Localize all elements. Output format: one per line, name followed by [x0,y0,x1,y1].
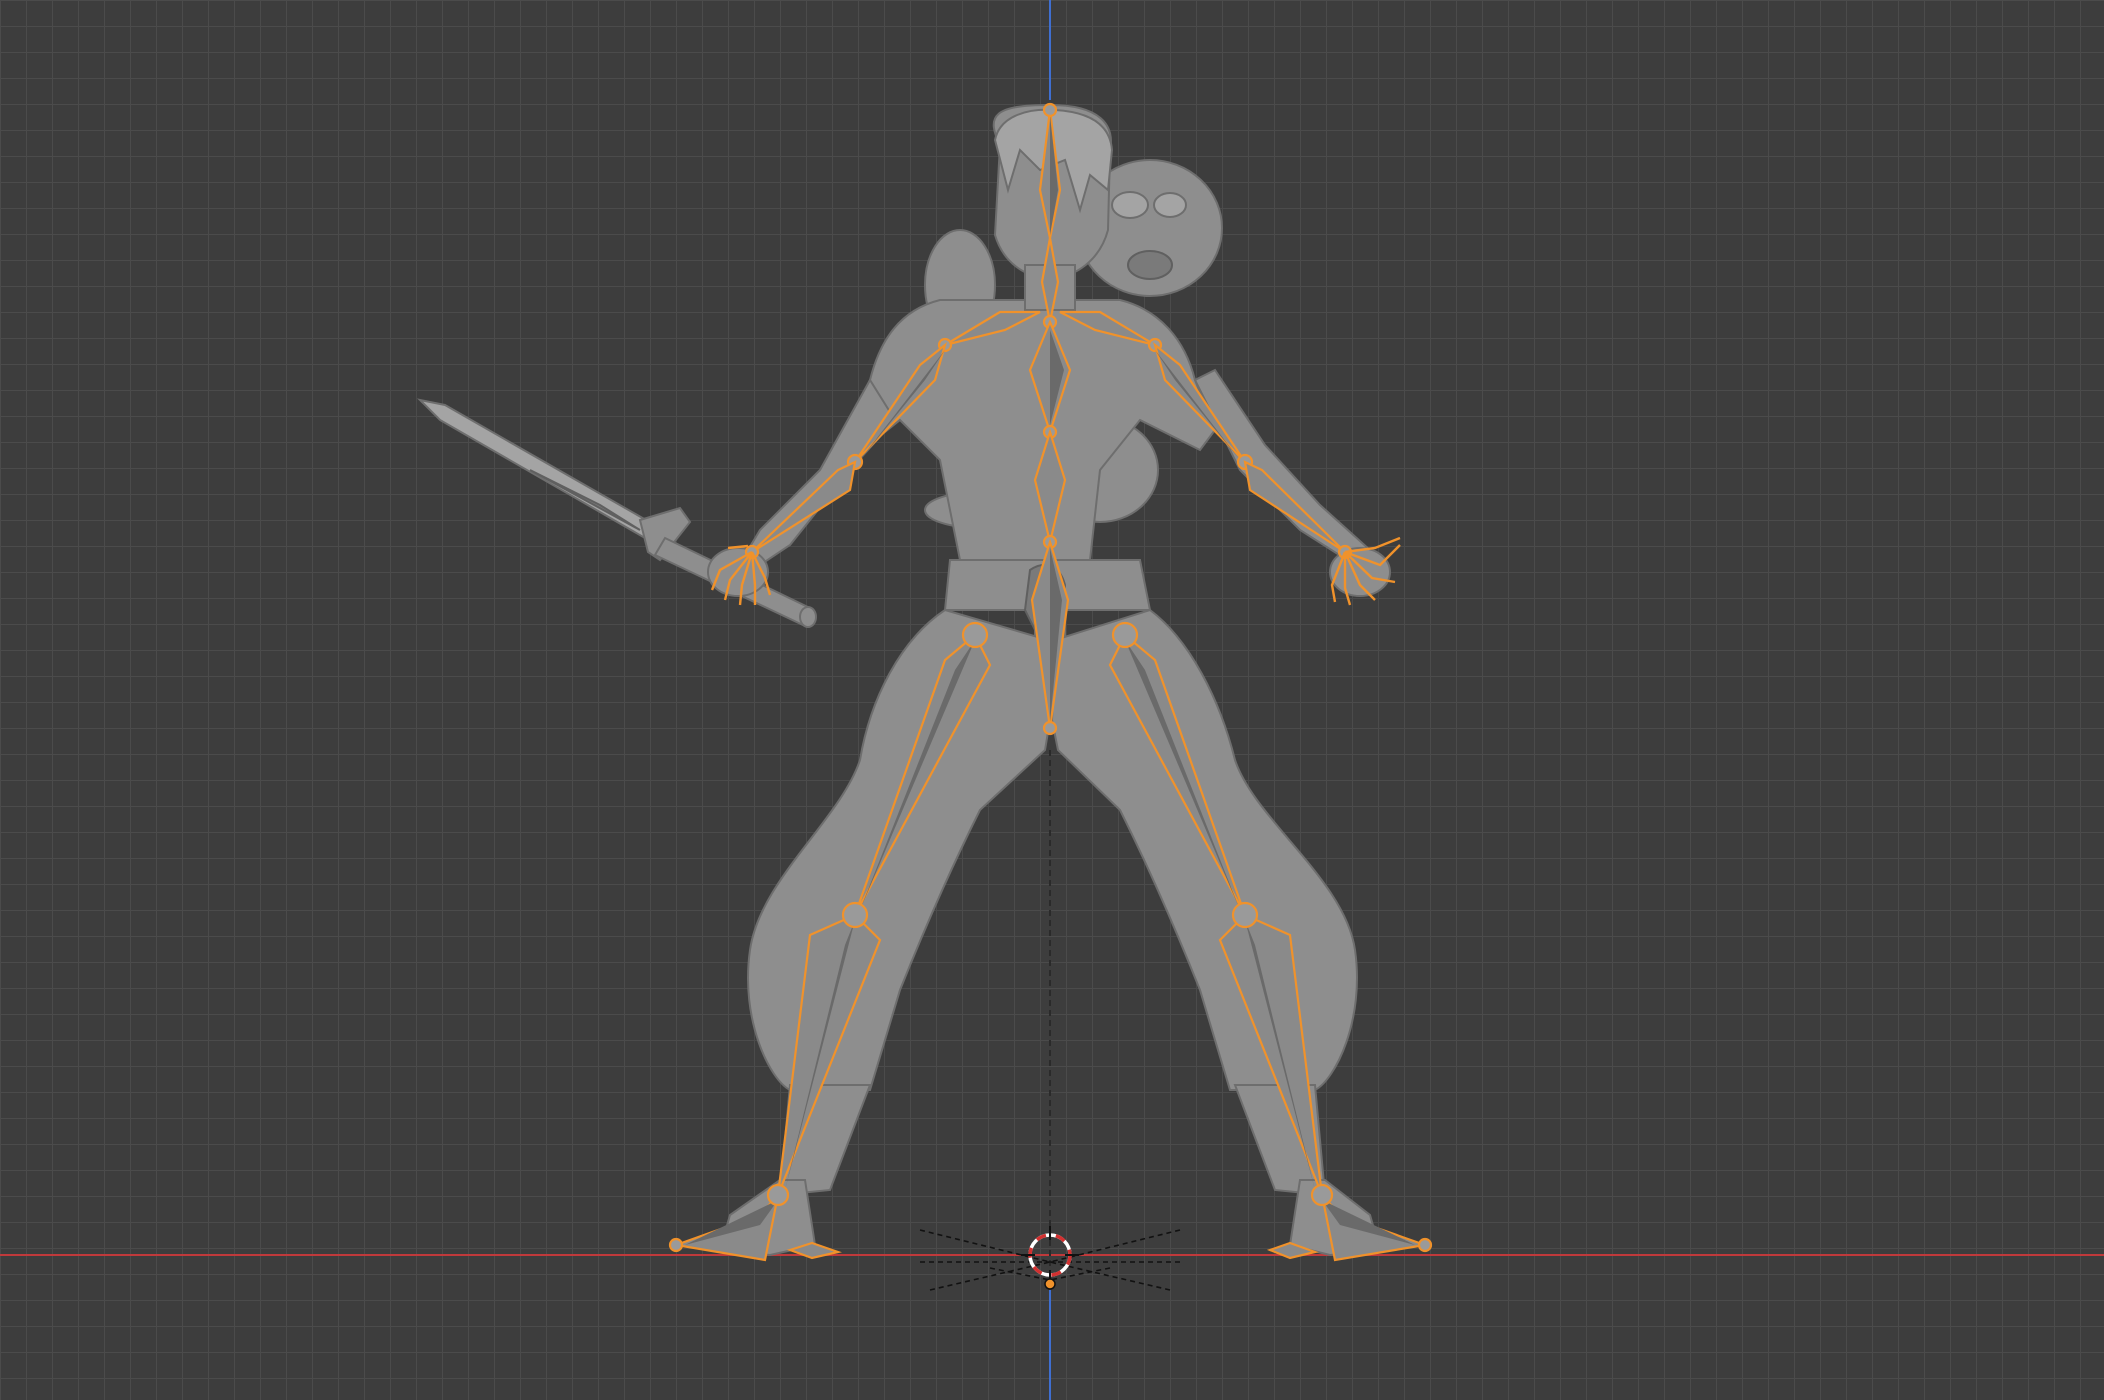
bone-forearm-right[interactable] [1243,460,1353,560]
bone-forearm-left[interactable] [744,460,857,560]
3d-cursor-icon[interactable] [1021,1226,1079,1290]
3d-viewport[interactable] [0,0,2104,1400]
character-mesh[interactable] [416,103,1391,1257]
viewport-scene[interactable] [0,0,2104,1400]
bone-foot-left[interactable] [668,1183,842,1262]
sword-mesh[interactable] [416,398,817,628]
